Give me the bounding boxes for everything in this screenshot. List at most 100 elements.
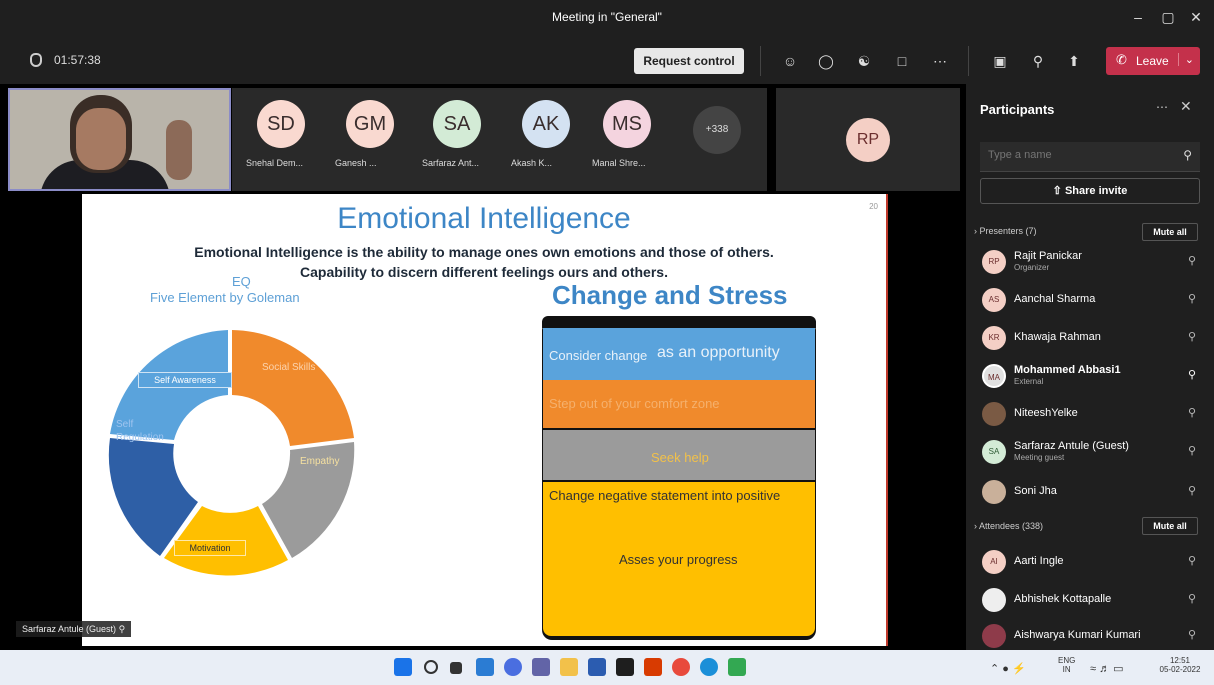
phone-icon: ✆ — [1116, 52, 1127, 67]
avatar: SD — [257, 100, 305, 148]
avatar-photo — [982, 480, 1006, 504]
presenter-row[interactable]: Soni Jha ⚲ — [978, 474, 1202, 510]
mute-all-attendees-button[interactable]: Mute all — [1142, 517, 1198, 535]
chat-icon[interactable]: ◯ — [816, 51, 836, 71]
panel-title: Participants — [980, 102, 1055, 117]
avatar: AK — [522, 100, 570, 148]
participant-name: Aishwarya Kumari Kumari — [1014, 629, 1141, 641]
mic-off-icon[interactable]: ⚲ — [1188, 592, 1196, 605]
close-icon[interactable]: ✕ — [1186, 9, 1206, 26]
mute-all-presenters-button[interactable]: Mute all — [1142, 223, 1198, 241]
edge-icon[interactable] — [700, 658, 718, 676]
avatar: RP — [846, 118, 890, 162]
attendee-row[interactable]: Abhishek Kottapalle ⚲ — [978, 582, 1202, 618]
cycle-label-social: Social Skills — [262, 362, 316, 373]
chat-app-icon[interactable] — [504, 658, 522, 676]
mic-off-icon[interactable]: ⚲ — [1188, 554, 1196, 567]
more-participants-button[interactable]: +338 — [693, 106, 741, 154]
leave-button[interactable]: ✆ Leave ⌄ — [1106, 47, 1200, 75]
mic-off-icon[interactable]: ⚲ — [1188, 330, 1196, 343]
participant-name: NiteeshYelke — [1014, 407, 1078, 419]
cycle-label-regulation: Self Regulation — [116, 419, 164, 443]
reactions-icon[interactable]: ☯ — [854, 51, 874, 71]
network-sound-icons[interactable]: ≈ ♬ ▭ — [1090, 662, 1124, 675]
participants-panel: Participants ⋯ ✕ ⚲ ⇧ Share invite › Pres… — [966, 84, 1214, 650]
attendees-header[interactable]: › Attendees (338) — [974, 521, 1043, 531]
jar-layer-seek-help: Seek help — [543, 430, 815, 480]
mic-off-icon[interactable]: ⚲ — [1188, 628, 1196, 641]
strip-participant[interactable]: SD Snehal Dem... — [246, 100, 316, 168]
search-icon[interactable] — [424, 660, 438, 674]
minimize-icon[interactable]: – — [1128, 9, 1148, 25]
participant-name: Ganesh ... — [335, 158, 377, 168]
slide-definition-2: Capability to discern different feelings… — [300, 264, 668, 280]
request-control-button[interactable]: Request control — [634, 48, 744, 74]
mic-on-icon[interactable]: ⚲ — [1188, 368, 1196, 381]
presenter-row[interactable]: NiteeshYelke ⚲ — [978, 396, 1202, 432]
mic-off-icon[interactable]: ⚲ — [1188, 254, 1196, 267]
avatar: AS — [982, 288, 1006, 312]
cycle-label-empathy: Empathy — [300, 456, 340, 467]
presenters-header[interactable]: › Presenters (7) — [974, 226, 1037, 236]
share-invite-button[interactable]: ⇧ Share invite — [980, 178, 1200, 204]
strip-participant[interactable]: MS Manal Shre... — [592, 100, 662, 168]
presenter-row[interactable]: RP Rajit Panickar Organizer ⚲ — [978, 244, 1202, 280]
strip-participant[interactable]: SA Sarfaraz Ant... — [422, 100, 492, 168]
presenter-row[interactable]: KR Khawaja Rahman ⚲ — [978, 320, 1202, 356]
office-icon[interactable] — [644, 658, 662, 676]
search-input[interactable] — [988, 149, 1168, 161]
start-icon[interactable] — [394, 658, 412, 676]
dropbox-icon[interactable] — [616, 658, 634, 676]
jar-layer-opportunity: Consider change as an opportunity — [543, 328, 815, 380]
language-indicator[interactable]: ENG IN — [1058, 656, 1075, 674]
mic-off-icon[interactable]: ⚲ — [1188, 406, 1196, 419]
participant-name: Khawaja Rahman — [1014, 331, 1101, 343]
more-options-icon[interactable]: ⋯ — [1156, 100, 1168, 114]
tray-icons[interactable]: ⌃ ● ⚡ — [990, 662, 1026, 675]
more-icon[interactable]: ⋯ — [930, 51, 950, 71]
camera-icon[interactable]: ▣ — [990, 51, 1010, 71]
presenter-row[interactable]: AS Aanchal Sharma ⚲ — [978, 282, 1202, 318]
strip-participant[interactable]: AK Akash K... — [511, 100, 581, 168]
avatar: MA — [982, 364, 1006, 388]
mic-off-icon[interactable]: ⚲ — [1188, 444, 1196, 457]
participant-name: Aanchal Sharma — [1014, 293, 1096, 305]
participant-search[interactable]: ⚲ — [980, 142, 1200, 172]
title-bar: Meeting in "General" – ▢ ✕ — [0, 0, 1214, 38]
store-icon[interactable] — [588, 658, 606, 676]
avatar: KR — [982, 326, 1006, 350]
participant-tile[interactable]: RP — [776, 88, 960, 191]
app-icon[interactable] — [728, 658, 746, 676]
mic-icon[interactable]: ⚲ — [1028, 51, 1048, 71]
participant-name: Mohammed Abbasi1 — [1014, 364, 1121, 376]
clock[interactable]: 12:51 05-02-2022 — [1150, 656, 1210, 674]
people-icon[interactable]: ☺ — [780, 51, 800, 71]
share-icon[interactable]: ⬆ — [1064, 51, 1084, 71]
presenter-row[interactable]: SA Sarfaraz Antule (Guest) Meeting guest… — [978, 434, 1202, 470]
jar-layer-positive: Change negative statement into positive … — [543, 482, 815, 636]
meeting-toolbar: 01:57:38 Request control ☺ ◯ ☯ □ ⋯ ▣ ⚲ ⬆… — [0, 38, 1214, 84]
chevron-down-icon[interactable]: ⌄ — [1177, 53, 1194, 66]
chrome-icon[interactable] — [672, 658, 690, 676]
close-panel-icon[interactable]: ✕ — [1180, 98, 1192, 115]
cycle-label-motivation: Motivation — [174, 540, 246, 556]
mic-off-icon[interactable]: ⚲ — [1188, 292, 1196, 305]
participant-name: Sarfaraz Ant... — [422, 158, 480, 168]
participant-name: Rajit Panickar — [1014, 250, 1082, 262]
avatar-photo — [982, 588, 1006, 612]
participant-name: Sarfaraz Antule (Guest) — [1014, 440, 1129, 452]
rooms-icon[interactable]: □ — [892, 51, 912, 71]
attendee-row[interactable]: Aishwarya Kumari Kumari ⚲ — [978, 618, 1202, 654]
mic-off-icon[interactable]: ⚲ — [1188, 484, 1196, 497]
attendee-row[interactable]: AI Aarti Ingle ⚲ — [978, 544, 1202, 580]
file-explorer-icon[interactable] — [560, 658, 578, 676]
widgets-icon[interactable] — [476, 658, 494, 676]
maximize-icon[interactable]: ▢ — [1158, 9, 1178, 26]
five-elements-label: Five Element by Goleman — [150, 290, 300, 305]
task-view-icon[interactable] — [450, 662, 462, 674]
jar-layer-comfort-zone: Step out of your comfort zone — [543, 380, 815, 428]
teams-icon[interactable] — [532, 658, 550, 676]
video-person-hand — [166, 120, 192, 180]
presenter-row[interactable]: MA Mohammed Abbasi1 External ⚲ — [978, 358, 1202, 394]
strip-participant[interactable]: GM Ganesh ... — [335, 100, 405, 168]
